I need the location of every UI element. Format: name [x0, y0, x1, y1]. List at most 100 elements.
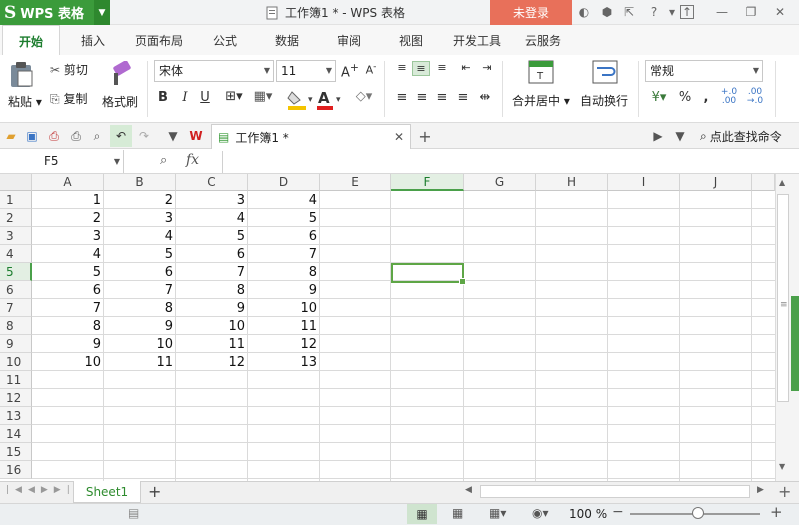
increase-font-icon[interactable]: A+	[340, 61, 360, 80]
cell-d3[interactable]: 6	[248, 227, 320, 245]
login-button[interactable]: 未登录	[490, 0, 572, 25]
row-header-16[interactable]: 16	[0, 461, 32, 479]
cell-c9[interactable]: 11	[176, 335, 248, 353]
bold-icon[interactable]: B	[154, 90, 172, 105]
zoom-in-icon[interactable]: +	[770, 503, 783, 521]
column-header-a[interactable]: A	[32, 174, 104, 191]
paste-icon[interactable]	[8, 61, 38, 91]
cell-a10[interactable]: 10	[32, 353, 104, 371]
zoom-formula-icon[interactable]: ⌕	[160, 153, 167, 168]
restore-icon[interactable]: ❐	[743, 4, 759, 20]
cell-b3[interactable]: 4	[104, 227, 176, 245]
cell-c3[interactable]: 5	[176, 227, 248, 245]
selected-cell[interactable]	[391, 263, 466, 285]
align-center-icon[interactable]: ≡	[414, 90, 430, 105]
cell-b4[interactable]: 5	[104, 245, 176, 263]
format-painter-button[interactable]: 格式刷	[102, 93, 138, 110]
spreadsheet-grid[interactable]: ABCDEFGHIJ 1 2 3 4 5 6 7 8 9 10 11 12 13 14 15 16 12342…	[0, 174, 775, 481]
tab-page-layout[interactable]: 页面布局	[128, 25, 190, 55]
cell-a4[interactable]: 4	[32, 245, 104, 263]
percent-icon[interactable]: %	[678, 90, 692, 105]
borders-icon[interactable]: ⊞▾	[222, 89, 246, 104]
paste-button[interactable]: 粘贴 ▾	[8, 93, 42, 110]
wps-w-logo-icon[interactable]: W	[188, 128, 204, 144]
number-format-select[interactable]: 常规 ▼	[645, 60, 763, 82]
row-header-9[interactable]: 9	[0, 335, 32, 353]
row-header-7[interactable]: 7	[0, 299, 32, 317]
font-size-select[interactable]: 11 ▼	[276, 60, 336, 82]
font-name-select[interactable]: 宋体 ▼	[154, 60, 274, 82]
cell-b5[interactable]: 6	[104, 263, 176, 281]
cell-a7[interactable]: 7	[32, 299, 104, 317]
decrease-decimal-icon[interactable]: .00 →.0	[744, 88, 766, 106]
column-header-e[interactable]: E	[320, 174, 391, 191]
cell-fill-pattern-icon[interactable]: ▦▾	[250, 89, 276, 104]
formula-input[interactable]	[222, 151, 799, 173]
minimize-icon[interactable]: —	[714, 4, 730, 20]
add-sheet-icon[interactable]: +	[148, 482, 161, 501]
name-box[interactable]: F5 ▼	[0, 150, 124, 173]
align-right-icon[interactable]: ≡	[434, 90, 450, 105]
close-icon[interactable]: ✕	[772, 4, 788, 20]
cell-d2[interactable]: 5	[248, 209, 320, 227]
cell-b6[interactable]: 7	[104, 281, 176, 299]
row-header-10[interactable]: 10	[0, 353, 32, 371]
row-header-4[interactable]: 4	[0, 245, 32, 263]
cell-a9[interactable]: 9	[32, 335, 104, 353]
new-tab-icon[interactable]: +	[417, 127, 433, 146]
tab-insert[interactable]: 插入	[70, 25, 116, 55]
increase-indent-icon[interactable]: ⇥	[479, 61, 495, 74]
wrap-text-button[interactable]: 自动换行	[580, 92, 628, 109]
row-header-15[interactable]: 15	[0, 443, 32, 461]
row-header-14[interactable]: 14	[0, 425, 32, 443]
cell-c2[interactable]: 4	[176, 209, 248, 227]
share-icon[interactable]: ⇱	[621, 4, 637, 20]
cell-b9[interactable]: 10	[104, 335, 176, 353]
cell-c7[interactable]: 9	[176, 299, 248, 317]
clear-format-icon[interactable]: ◇▾	[352, 89, 376, 104]
skin-icon[interactable]: ◐	[576, 4, 592, 20]
decrease-indent-icon[interactable]: ⇤	[458, 61, 474, 74]
row-header-11[interactable]: 11	[0, 371, 32, 389]
tab-cloud[interactable]: 云服务	[518, 25, 568, 55]
cell-c1[interactable]: 3	[176, 191, 248, 209]
column-header-c[interactable]: C	[176, 174, 248, 191]
comment-icon[interactable]: ▼	[672, 128, 688, 144]
row-header-12[interactable]: 12	[0, 389, 32, 407]
tab-view[interactable]: 视图	[388, 25, 434, 55]
row-header-8[interactable]: 8	[0, 317, 32, 335]
align-bottom-icon[interactable]: ≡	[434, 61, 450, 74]
align-top-icon[interactable]: ≡	[394, 61, 410, 74]
print-icon[interactable]: ⎙	[68, 128, 84, 144]
cell-c5[interactable]: 7	[176, 263, 248, 281]
vertical-scroll-thumb[interactable]	[777, 194, 789, 402]
cell-d4[interactable]: 7	[248, 245, 320, 263]
cell-b2[interactable]: 3	[104, 209, 176, 227]
cell-b7[interactable]: 8	[104, 299, 176, 317]
cell-d1[interactable]: 4	[248, 191, 320, 209]
merge-center-icon[interactable]: T	[528, 60, 554, 86]
horizontal-scrollbar[interactable]	[480, 485, 750, 498]
column-header-f[interactable]: F	[391, 174, 464, 191]
page-layout-view-icon[interactable]: ▦▾	[489, 506, 506, 520]
align-left-icon[interactable]: ≡	[394, 90, 410, 105]
document-tab[interactable]: ▤ 工作簿1 * ✕	[211, 124, 411, 149]
cell-d5[interactable]: 8	[248, 263, 320, 281]
distributed-icon[interactable]: ⇹	[476, 90, 494, 105]
justify-icon[interactable]: ≡	[455, 90, 471, 105]
insert-function-icon[interactable]: fx	[186, 152, 199, 168]
cell-c4[interactable]: 6	[176, 245, 248, 263]
cell-a8[interactable]: 8	[32, 317, 104, 335]
cell-a6[interactable]: 6	[32, 281, 104, 299]
row-header-13[interactable]: 13	[0, 407, 32, 425]
select-all-corner[interactable]	[0, 174, 32, 191]
merge-center-button[interactable]: 合并居中 ▾	[512, 92, 570, 109]
cell-c6[interactable]: 8	[176, 281, 248, 299]
cell-c8[interactable]: 10	[176, 317, 248, 335]
cell-d9[interactable]: 12	[248, 335, 320, 353]
cell-d7[interactable]: 10	[248, 299, 320, 317]
tab-formulas[interactable]: 公式	[202, 25, 248, 55]
status-icon[interactable]: ▤	[128, 506, 139, 520]
video-icon[interactable]: ▶	[650, 128, 666, 144]
print-preview-icon[interactable]: ⌕	[89, 128, 105, 144]
